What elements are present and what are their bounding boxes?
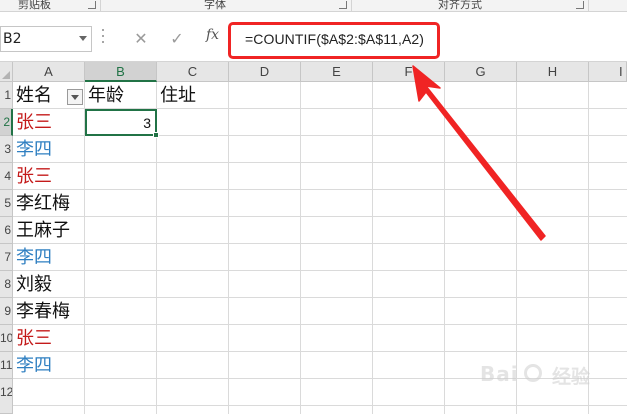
column-header-i[interactable]: I	[589, 62, 627, 82]
name-cell[interactable]: 张三	[16, 325, 52, 352]
alignment-dialog-launcher-icon[interactable]	[576, 1, 584, 9]
row-header-8[interactable]: 8	[0, 271, 13, 298]
name-box[interactable]: B2	[0, 26, 92, 52]
formula-buttons: ✕ ✓ fx	[122, 26, 228, 52]
cell-a1-header-name[interactable]: 姓名	[16, 82, 52, 109]
row-header-6[interactable]: 6	[0, 217, 13, 244]
enter-icon[interactable]: ✓	[164, 26, 190, 52]
row-header-9[interactable]: 9	[0, 298, 13, 325]
row-header-12[interactable]: 12	[0, 379, 13, 414]
name-cell[interactable]: 李红梅	[16, 190, 70, 217]
row-header-3[interactable]: 3	[0, 136, 13, 163]
drag-handle-icon[interactable]	[102, 29, 105, 47]
fill-handle[interactable]	[153, 132, 159, 138]
column-header-d[interactable]: D	[229, 62, 301, 82]
ribbon-group-alignment: 对齐方式	[438, 0, 482, 11]
filter-dropdown-icon[interactable]	[67, 89, 83, 105]
name-cell[interactable]: 王麻子	[16, 217, 70, 244]
name-cell[interactable]: 李四	[16, 136, 52, 163]
ribbon-group-labels: 剪贴板 字体 对齐方式	[0, 0, 627, 12]
column-header-f[interactable]: F	[373, 62, 445, 82]
selected-cell-b2[interactable]: 3	[85, 109, 159, 138]
column-header-e[interactable]: E	[301, 62, 373, 82]
ribbon-separator	[588, 0, 589, 12]
column-header-c[interactable]: C	[157, 62, 229, 82]
row-header-10[interactable]: 10	[0, 325, 13, 352]
formula-highlight-box	[228, 22, 440, 59]
name-cell[interactable]: 李四	[16, 244, 52, 271]
name-cell[interactable]: 张三	[16, 109, 52, 136]
column-header-b[interactable]: B	[85, 62, 157, 82]
watermark-sub: 经验	[552, 366, 591, 388]
cancel-icon[interactable]: ✕	[128, 26, 154, 52]
ribbon-separator	[351, 0, 352, 12]
row-header-11[interactable]: 11	[0, 352, 13, 379]
name-cell[interactable]: 李春梅	[16, 298, 70, 325]
paw-icon	[524, 364, 542, 382]
row-header-4[interactable]: 4	[0, 163, 13, 190]
insert-function-button[interactable]: fx	[206, 27, 219, 43]
ribbon-separator	[100, 0, 101, 12]
column-header-a[interactable]: A	[13, 62, 85, 82]
row-header-2[interactable]: 2	[0, 109, 13, 136]
chevron-down-icon[interactable]	[79, 36, 87, 41]
cell-b1-header-age[interactable]: 年龄	[88, 82, 124, 109]
ribbon-group-font: 字体	[204, 0, 226, 11]
select-all-triangle-icon	[2, 71, 10, 79]
watermark-text: Bai	[480, 362, 519, 386]
cell-b2-value: 3	[143, 115, 151, 131]
name-cell[interactable]: 李四	[16, 352, 52, 379]
column-header-g[interactable]: G	[445, 62, 517, 82]
column-header-h[interactable]: H	[517, 62, 589, 82]
cell-c1-header-address[interactable]: 住址	[160, 82, 196, 109]
row-header-1[interactable]: 1	[0, 82, 13, 109]
name-cell[interactable]: 刘毅	[16, 271, 52, 298]
row-header-7[interactable]: 7	[0, 244, 13, 271]
row-header-5[interactable]: 5	[0, 190, 13, 217]
select-all-corner[interactable]	[0, 62, 13, 82]
name-box-value: B2	[3, 31, 22, 47]
clipboard-dialog-launcher-icon[interactable]	[88, 1, 96, 9]
name-cell[interactable]: 张三	[16, 163, 52, 190]
font-dialog-launcher-icon[interactable]	[339, 1, 347, 9]
baidu-watermark: Bai 经验	[480, 362, 620, 390]
ribbon-group-clipboard: 剪贴板	[18, 0, 51, 11]
